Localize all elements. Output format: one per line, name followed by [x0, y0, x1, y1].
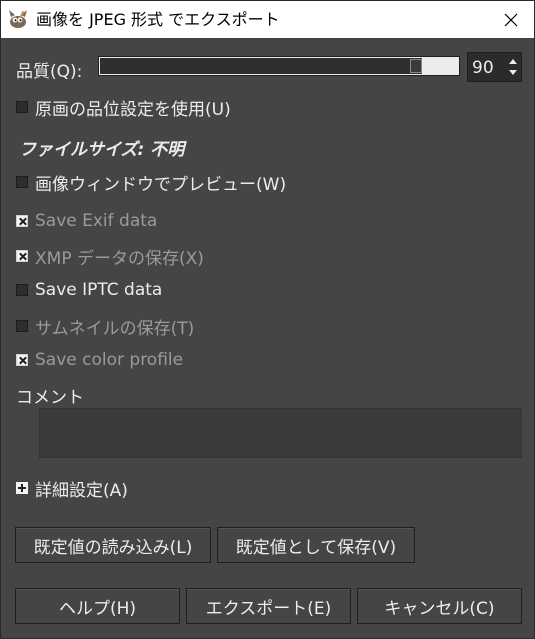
option-save-iptc[interactable]: Save IPTC data	[16, 277, 162, 303]
export-button[interactable]: エクスポート(E)	[186, 588, 351, 624]
option-label: Save Exif data	[35, 211, 158, 231]
comment-textarea[interactable]	[39, 408, 522, 458]
checkbox[interactable]	[16, 320, 28, 332]
checkbox[interactable]	[16, 354, 28, 366]
quality-slider-fill	[100, 58, 422, 74]
quality-spin-arrows	[507, 55, 519, 80]
option-label: Save color profile	[35, 350, 184, 370]
gimp-wilber-icon	[7, 9, 29, 29]
quality-spinbutton[interactable]: 90	[467, 52, 522, 82]
window-title: 画像を JPEG 形式 でエクスポート	[36, 10, 280, 29]
checkbox[interactable]	[16, 215, 28, 227]
file-size-label: ファイルサイズ: 不明	[19, 140, 185, 160]
checkbox[interactable]	[16, 250, 28, 262]
export-jpeg-dialog: 画像を JPEG 形式 でエクスポート 品質(Q): 90 原画の品位設定を使用…	[0, 0, 535, 639]
checkbox[interactable]	[16, 176, 28, 188]
advanced-options-expander[interactable]: 詳細設定(A)	[16, 475, 128, 501]
option-save-exif[interactable]: Save Exif data	[16, 208, 157, 234]
expand-plus-icon[interactable]	[16, 482, 28, 494]
option-label: 画像ウィンドウでプレビュー(W)	[35, 174, 287, 195]
close-button[interactable]	[488, 1, 534, 38]
quality-slider-handle[interactable]	[410, 59, 422, 73]
option-save-color-profile[interactable]: Save color profile	[16, 347, 183, 373]
title-bar: 画像を JPEG 形式 でエクスポート	[1, 1, 534, 38]
help-button[interactable]: ヘルプ(H)	[15, 588, 180, 624]
option-use-original-quality[interactable]: 原画の品位設定を使用(U)	[16, 94, 231, 120]
option-preview-in-window[interactable]: 画像ウィンドウでプレビュー(W)	[16, 169, 286, 195]
quality-slider[interactable]	[98, 56, 460, 76]
quality-label: 品質(Q):	[16, 61, 83, 82]
spin-up-icon[interactable]	[507, 55, 519, 67]
checkbox[interactable]	[16, 284, 28, 296]
comment-label: コメント	[16, 387, 84, 408]
quality-value[interactable]: 90	[472, 57, 504, 79]
option-label: Save IPTC data	[35, 280, 163, 300]
cancel-button[interactable]: キャンセル(C)	[357, 588, 522, 624]
dialog-content: 品質(Q): 90 原画の品位設定を使用(U) ファイルサイズ: 不明 画像ウィ	[1, 38, 534, 638]
option-save-xmp[interactable]: XMP データの保存(X)	[16, 243, 204, 269]
advanced-options-label: 詳細設定(A)	[35, 480, 128, 501]
option-save-thumbnail[interactable]: サムネイルの保存(T)	[16, 313, 194, 339]
close-icon	[504, 13, 518, 26]
option-label: 原画の品位設定を使用(U)	[35, 99, 231, 120]
option-label: サムネイルの保存(T)	[35, 318, 195, 339]
option-label: XMP データの保存(X)	[35, 248, 204, 269]
spin-down-icon[interactable]	[507, 67, 519, 79]
save-defaults-button[interactable]: 既定値として保存(V)	[217, 527, 415, 563]
load-defaults-button[interactable]: 既定値の読み込み(L)	[15, 527, 211, 563]
checkbox[interactable]	[16, 101, 28, 113]
